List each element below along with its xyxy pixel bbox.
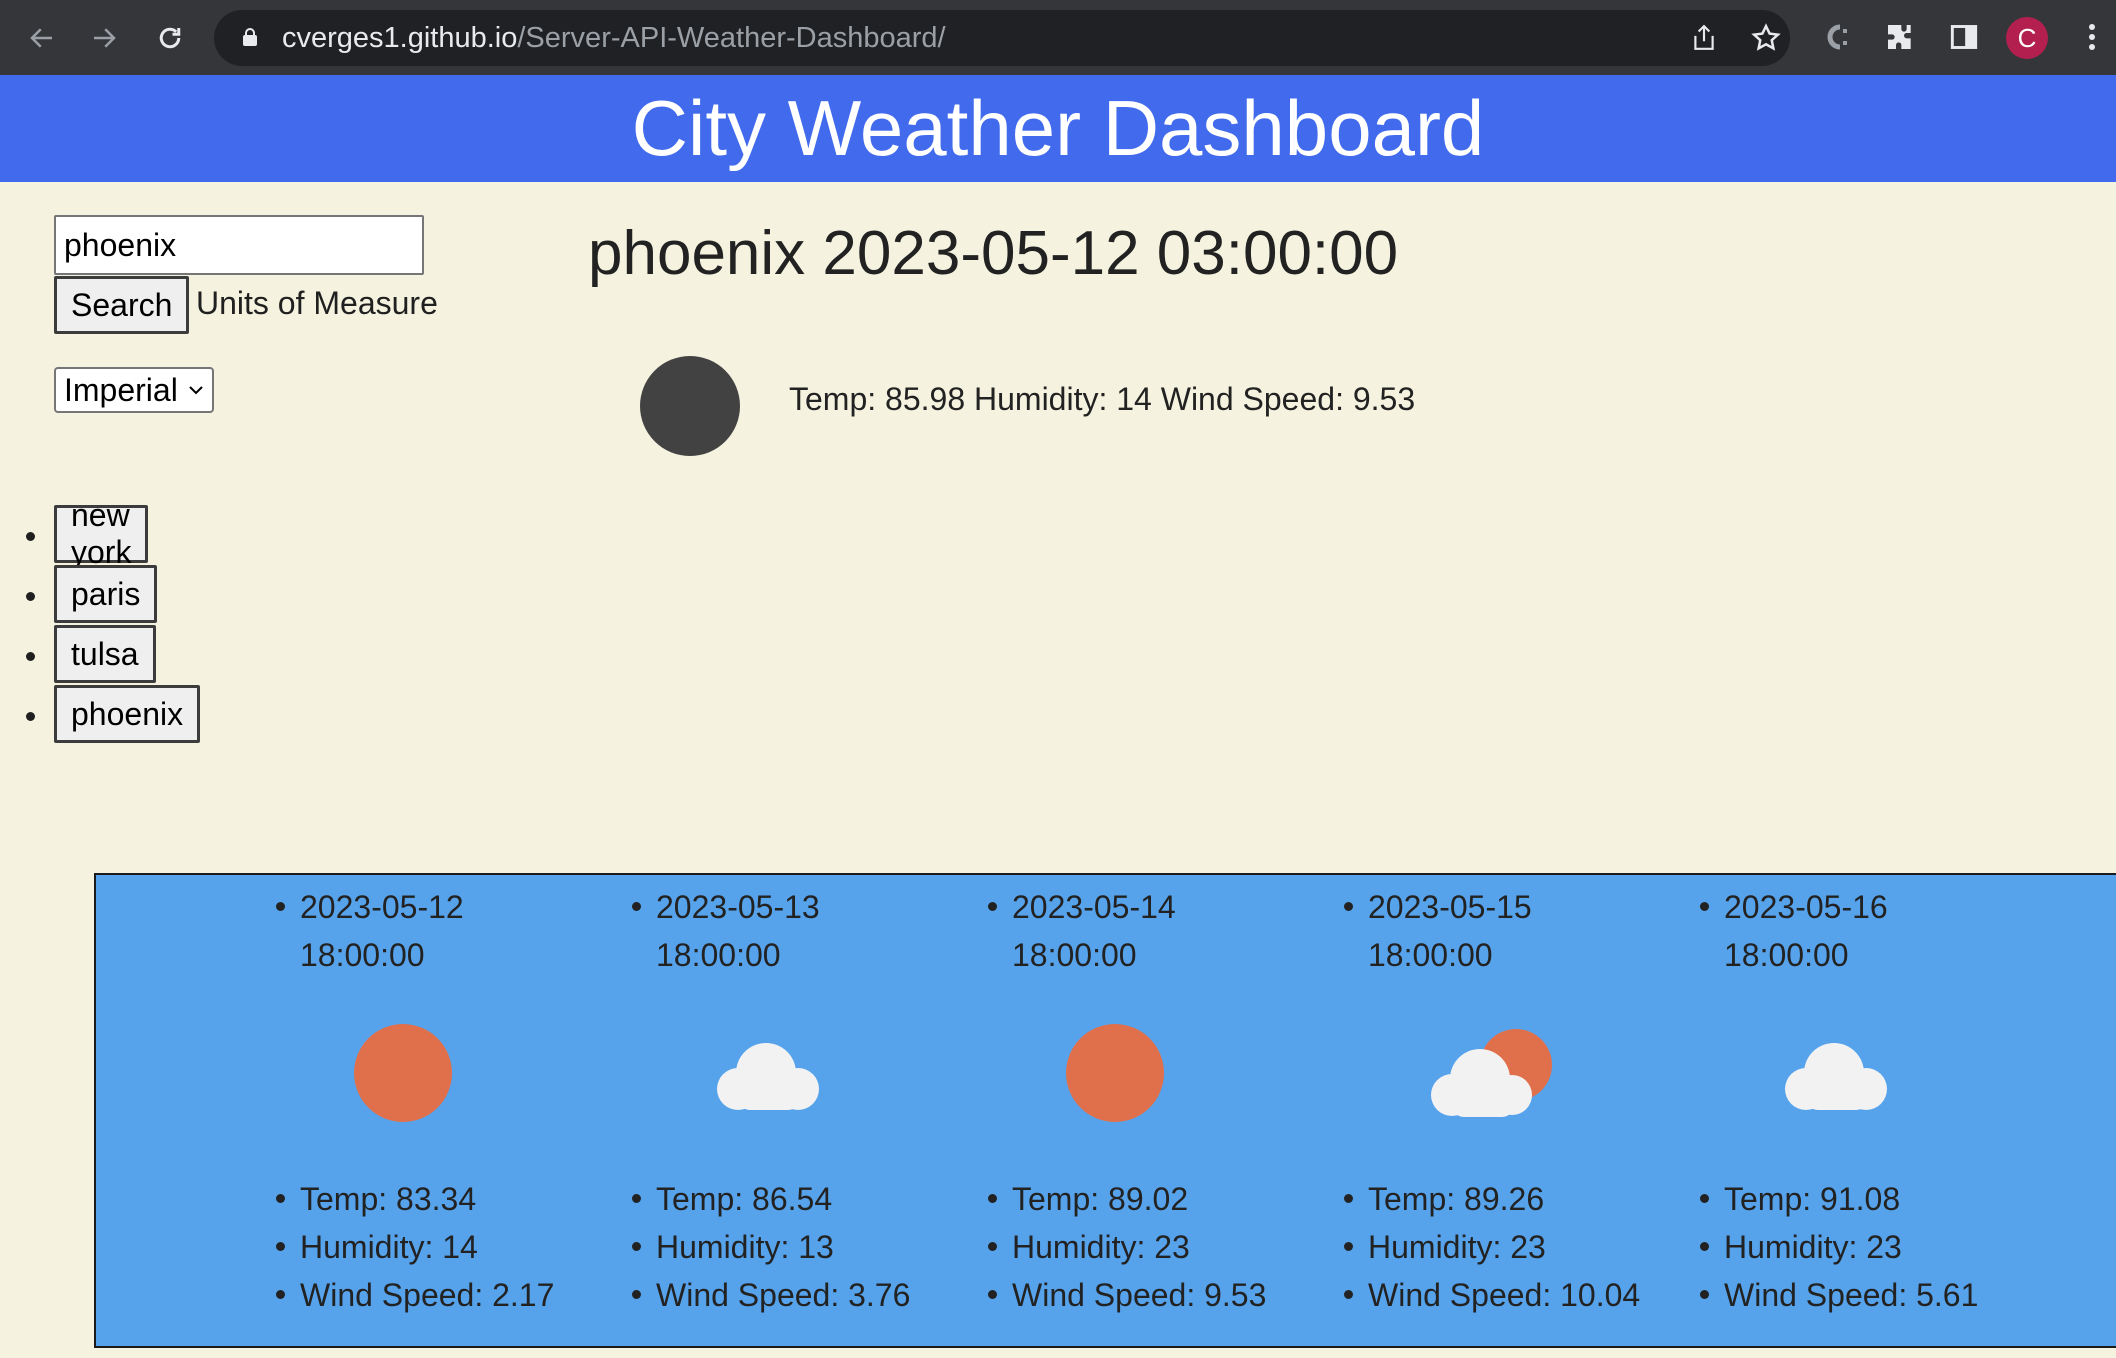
units-select[interactable]: Imperial [54, 367, 214, 413]
reload-icon[interactable] [148, 16, 192, 60]
forecast-wind: Wind Speed: 9.53 [987, 1271, 1266, 1319]
forecast-temp: Temp: 89.26 [1343, 1175, 1640, 1223]
url-text: cverges1.github.io/Server-API-Weather-Da… [282, 22, 946, 54]
partly-cloudy-icon [1416, 1023, 1552, 1123]
forecast-wind: Wind Speed: 2.17 [275, 1271, 554, 1319]
city-search-input[interactable] [54, 215, 424, 275]
forecast-date: 2023-05-14 18:00:00 [988, 883, 1272, 979]
units-selected-value: Imperial [64, 372, 178, 408]
forecast-temp: Temp: 91.08 [1699, 1175, 1978, 1223]
forecast-humidity: Humidity: 14 [275, 1223, 554, 1271]
address-bar[interactable]: cverges1.github.io/Server-API-Weather-Da… [214, 10, 1790, 66]
cloud-icon [1772, 1023, 1887, 1123]
forecast-temp: Temp: 89.02 [987, 1175, 1266, 1223]
share-icon[interactable] [1688, 22, 1720, 54]
forecast-date: 2023-05-12 18:00:00 [276, 883, 560, 979]
history-button-paris[interactable]: paris [54, 565, 158, 623]
menu-kebab-icon[interactable] [2072, 17, 2112, 57]
history-button-new-york[interactable]: new york [54, 497, 149, 570]
extension-c-icon[interactable] [1816, 17, 1856, 57]
browser-toolbar: cverges1.github.io/Server-API-Weather-Da… [0, 0, 2116, 75]
night-clear-icon [640, 356, 740, 456]
chevron-down-icon [188, 369, 204, 425]
forecast-temp: Temp: 86.54 [631, 1175, 910, 1223]
units-of-measure-label: Units of Measure [196, 285, 438, 321]
forecast-temp: Temp: 83.34 [275, 1175, 554, 1223]
forecast-wind: Wind Speed: 10.04 [1343, 1271, 1640, 1319]
forecast-wind: Wind Speed: 3.76 [631, 1271, 910, 1319]
back-arrow-icon[interactable] [20, 16, 64, 60]
forecast-date: 2023-05-15 18:00:00 [1344, 883, 1628, 979]
current-weather-title: phoenix 2023-05-12 03:00:00 [588, 219, 1399, 288]
current-weather-stats: Temp: 85.98 Humidity: 14 Wind Speed: 9.5… [789, 381, 1416, 417]
page-title: City Weather Dashboard [0, 75, 2116, 182]
bookmark-star-icon[interactable] [1750, 22, 1782, 54]
forecast-wind: Wind Speed: 5.61 [1699, 1271, 1978, 1319]
lock-icon [242, 28, 258, 46]
sun-icon [1060, 1023, 1170, 1123]
cloud-icon [704, 1023, 819, 1123]
profile-avatar[interactable]: C [2006, 17, 2048, 59]
history-button-tulsa[interactable]: tulsa [54, 625, 156, 683]
search-button[interactable]: Search [54, 276, 190, 334]
forecast-humidity: Humidity: 23 [1699, 1223, 1978, 1271]
forecast-humidity: Humidity: 23 [987, 1223, 1266, 1271]
history-button-phoenix[interactable]: phoenix [54, 685, 201, 743]
sun-icon [348, 1023, 458, 1123]
forecast-panel: 2023-05-12 18:00:00 Temp: 83.34 Humidity… [94, 873, 2116, 1348]
side-panel-icon[interactable] [1944, 17, 1984, 57]
extensions-puzzle-icon[interactable] [1880, 17, 1920, 57]
forecast-humidity: Humidity: 13 [631, 1223, 910, 1271]
forecast-date: 2023-05-16 18:00:00 [1700, 883, 1984, 979]
forward-arrow-icon[interactable] [82, 16, 126, 60]
forecast-date: 2023-05-13 18:00:00 [632, 883, 916, 979]
forecast-humidity: Humidity: 23 [1343, 1223, 1640, 1271]
